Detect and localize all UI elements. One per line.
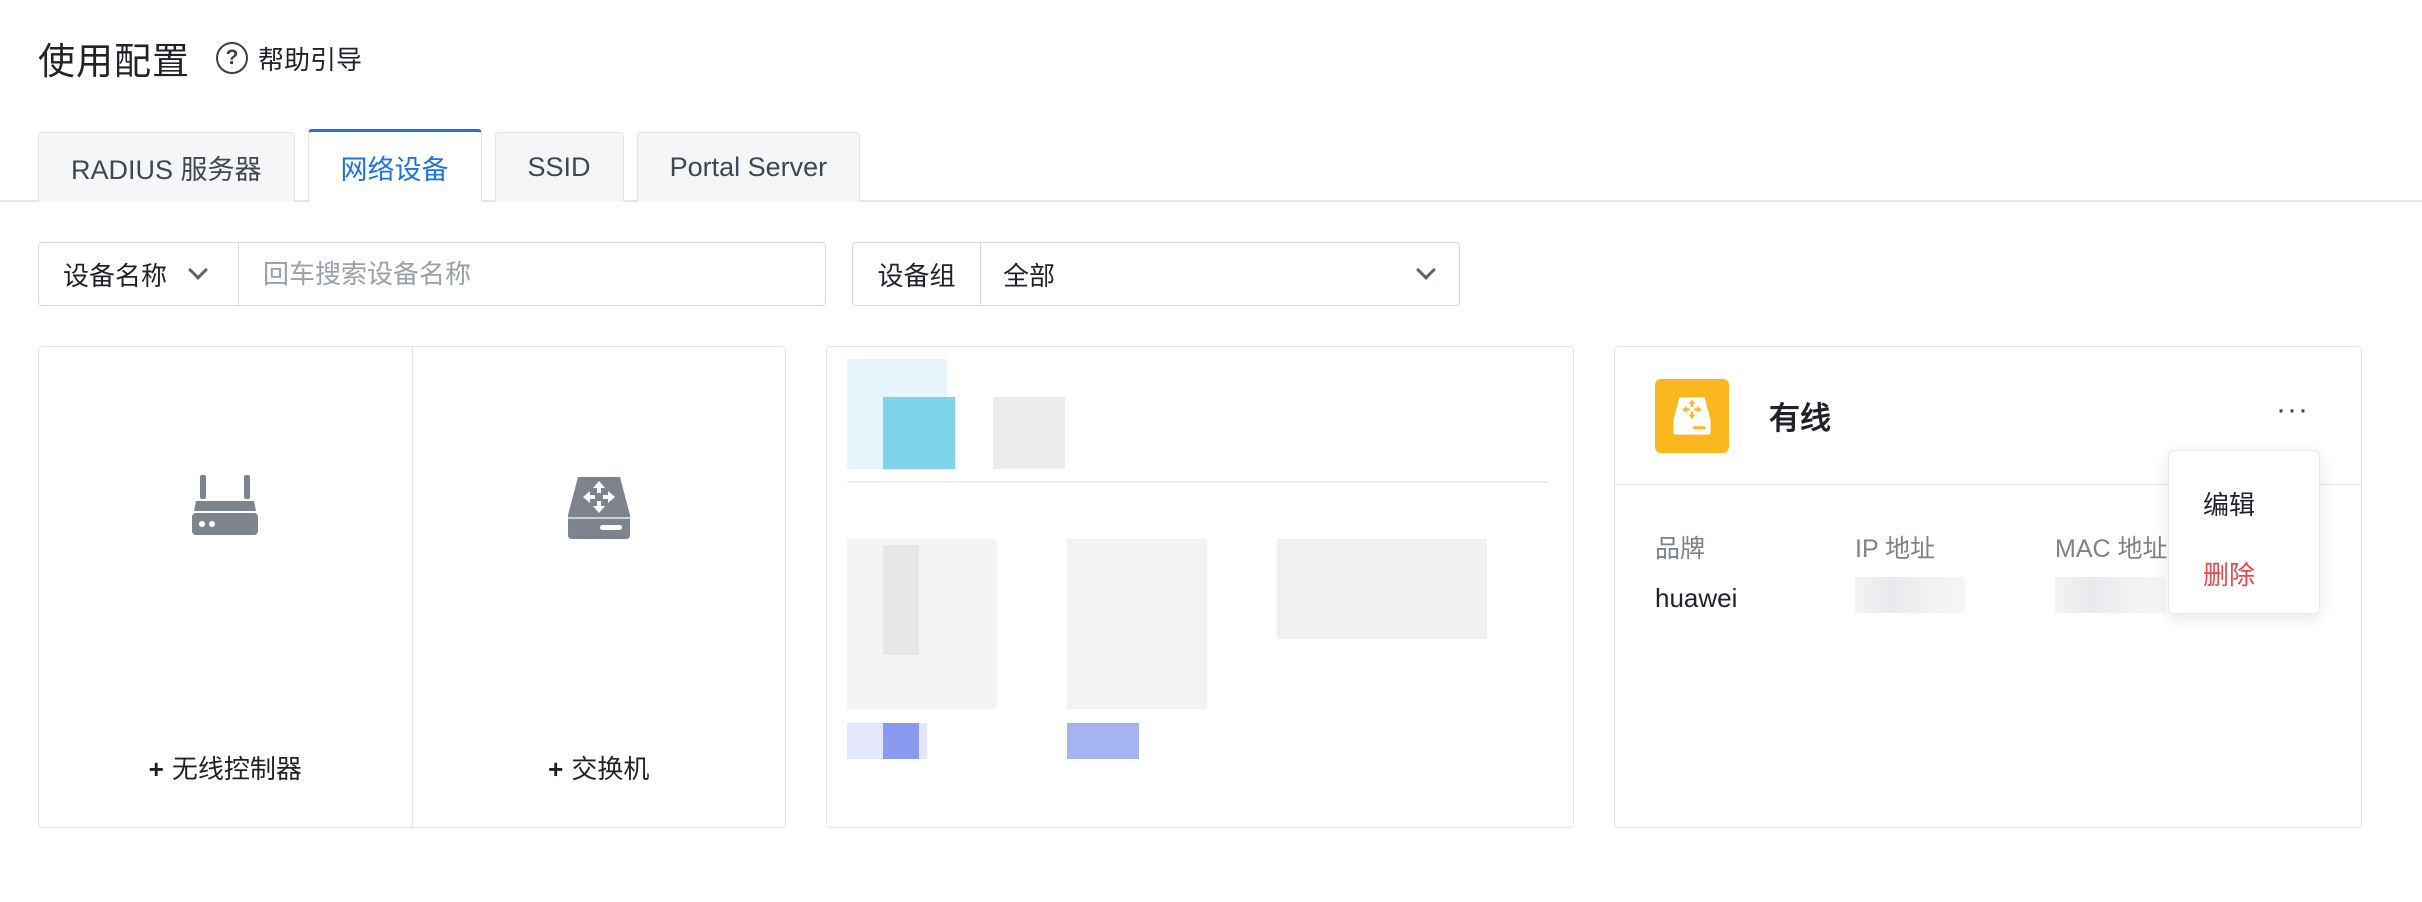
search-field-select[interactable]: 设备名称 — [39, 243, 239, 305]
add-switch-label: + 交换机 — [413, 749, 786, 786]
tab-portal-server[interactable]: Portal Server — [636, 132, 861, 202]
search-field-label: 设备名称 — [63, 260, 168, 291]
mac-key: MAC 地址 — [2055, 535, 2168, 563]
wireless-router-icon — [190, 473, 260, 542]
delete-menu-item[interactable]: 删除 — [2169, 543, 2319, 603]
mac-value-redacted — [2055, 577, 2165, 613]
help-guide-label: 帮助引导 — [258, 44, 363, 75]
ip-key: IP 地址 — [1855, 535, 1936, 563]
brand-key: 品牌 — [1655, 535, 1706, 563]
tab-network-devices[interactable]: 网络设备 — [307, 129, 482, 202]
help-guide-link[interactable]: ? 帮助引导 — [216, 40, 362, 77]
device-group-filter: 设备组 全部 — [852, 242, 1460, 306]
brand-value: huawei — [1655, 583, 1738, 613]
device-search-input[interactable] — [239, 243, 825, 305]
device-card-redacted[interactable] — [826, 346, 1574, 828]
device-group-select[interactable]: 全部 — [981, 243, 1459, 305]
brand-column: 品牌 huawei — [1655, 529, 1737, 614]
mac-column: MAC 地址 — [2055, 529, 2168, 613]
ip-column: IP 地址 — [1855, 529, 1965, 613]
device-name: 有线 — [1769, 401, 1831, 436]
edit-menu-item[interactable]: 编辑 — [2169, 473, 2319, 533]
tab-ssid[interactable]: SSID — [494, 132, 624, 202]
plus-icon: + — [148, 754, 164, 784]
tab-bar: RADIUS 服务器 网络设备 SSID Portal Server — [38, 129, 873, 202]
add-switch-button[interactable]: + 交换机 — [411, 347, 786, 827]
chevron-down-icon — [1416, 260, 1436, 280]
add-wireless-controller-label: + 无线控制器 — [39, 749, 412, 786]
add-device-card: + 无线控制器 + 交换机 — [38, 346, 786, 828]
filter-bar: 设备名称 设备组 全部 — [38, 242, 1460, 306]
device-group-value: 全部 — [1003, 260, 1056, 291]
more-options-icon[interactable]: ··· — [2276, 395, 2309, 425]
device-group-label: 设备组 — [853, 243, 981, 305]
switch-icon — [564, 473, 634, 548]
help-circle-icon: ? — [216, 42, 248, 74]
tab-radius-server[interactable]: RADIUS 服务器 — [38, 132, 295, 202]
switch-icon — [1655, 378, 1729, 453]
wireless-controller-text: 无线控制器 — [171, 754, 302, 784]
page-title: 使用配置 — [38, 41, 190, 82]
switch-text: 交换机 — [571, 754, 650, 784]
add-wireless-controller-button[interactable]: + 无线控制器 — [39, 347, 412, 827]
search-filter-group: 设备名称 — [38, 242, 826, 306]
chevron-down-icon — [188, 260, 208, 280]
page-header: 使用配置 ? 帮助引导 — [38, 28, 362, 88]
ip-value-redacted — [1855, 577, 1965, 613]
plus-icon: + — [548, 754, 564, 784]
device-actions-menu: 编辑 删除 — [2168, 450, 2320, 614]
